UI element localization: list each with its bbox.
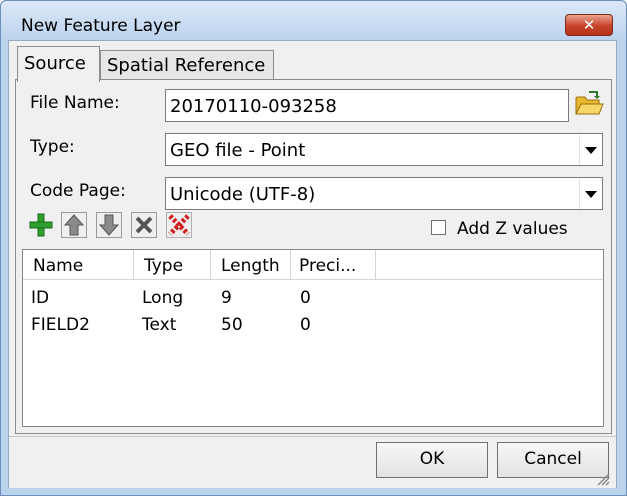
table-cell: FIELD2 <box>31 315 90 335</box>
fields-table[interactable]: Name Type Length Preci... ID Long 9 0 FI… <box>22 249 604 427</box>
open-folder-icon <box>575 91 604 115</box>
close-icon: ✕ <box>582 16 596 34</box>
file-name-label: File Name: <box>30 93 120 113</box>
column-header-length[interactable]: Length <box>211 250 291 280</box>
resize-grip-icon[interactable] <box>594 470 610 486</box>
window-title: New Feature Layer <box>21 16 181 36</box>
tab-source-label: Source <box>24 53 86 74</box>
chevron-down-icon <box>584 146 597 154</box>
column-header-precision[interactable]: Preci... <box>291 250 376 280</box>
table-row[interactable]: ID Long 9 0 <box>23 286 603 312</box>
title-bar[interactable]: New Feature Layer ✕ <box>1 1 626 37</box>
table-cell: 50 <box>221 315 243 335</box>
delete-field-icon <box>131 212 157 238</box>
column-header-name-label: Name <box>33 256 84 276</box>
code-page-select[interactable]: Unicode (UTF-8) <box>165 177 603 210</box>
tab-spatial-reference-label: Spatial Reference <box>107 55 266 76</box>
file-name-input[interactable]: 20170110-093258 <box>165 89 569 122</box>
table-row[interactable]: FIELD2 Text 50 0 <box>23 313 603 339</box>
move-down-icon <box>96 212 122 238</box>
column-header-length-label: Length <box>221 256 280 276</box>
move-up-button[interactable] <box>61 212 87 238</box>
code-page-dropdown-button[interactable] <box>579 179 601 209</box>
table-cell: 9 <box>221 288 232 308</box>
table-cell: ID <box>31 288 50 308</box>
type-dropdown-button[interactable] <box>579 135 601 165</box>
cancel-button-label: Cancel <box>524 449 582 469</box>
table-cell: Text <box>142 315 177 335</box>
delete-all-icon <box>166 212 192 238</box>
code-page-label: Code Page: <box>30 181 126 201</box>
ok-button[interactable]: OK <box>376 442 488 478</box>
cancel-button[interactable]: Cancel <box>497 442 609 478</box>
delete-all-button[interactable] <box>166 212 192 238</box>
type-select[interactable]: GEO file - Point <box>165 133 603 166</box>
column-header-filler <box>376 250 603 280</box>
chevron-down-icon <box>584 190 597 198</box>
type-value: GEO file - Point <box>170 140 306 161</box>
browse-button[interactable] <box>573 88 605 120</box>
close-button[interactable]: ✕ <box>565 14 613 36</box>
table-cell: 0 <box>300 288 311 308</box>
add-z-values-label: Add Z values <box>457 219 568 239</box>
column-header-precision-label: Preci... <box>299 256 357 276</box>
tab-spatial-reference[interactable]: Spatial Reference <box>100 50 274 80</box>
add-field-icon <box>29 213 53 237</box>
column-header-type-label: Type <box>144 256 184 276</box>
delete-field-button[interactable] <box>131 212 157 238</box>
table-cell: Long <box>142 288 184 308</box>
move-down-button[interactable] <box>96 212 122 238</box>
column-header-type[interactable]: Type <box>134 250 211 280</box>
tab-source[interactable]: Source <box>17 46 100 82</box>
table-cell: 0 <box>300 315 311 335</box>
add-field-button[interactable] <box>28 212 54 238</box>
ok-button-label: OK <box>419 449 445 469</box>
type-label: Type: <box>30 137 75 157</box>
add-z-values-checkbox[interactable] <box>431 220 446 235</box>
move-up-icon <box>61 212 87 238</box>
code-page-value: Unicode (UTF-8) <box>170 184 316 205</box>
column-header-name[interactable]: Name <box>23 250 134 280</box>
file-name-value: 20170110-093258 <box>170 96 337 117</box>
